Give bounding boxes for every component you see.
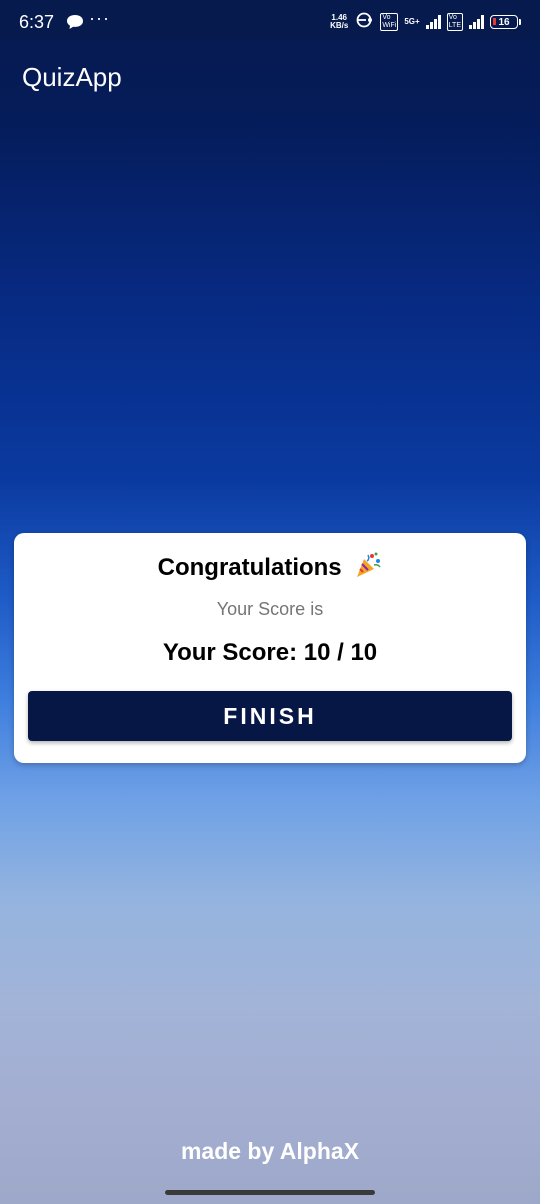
score-text: Your Score: 10 / 10 <box>162 639 378 666</box>
home-indicator[interactable] <box>165 1190 375 1195</box>
sim2-label: Vo LTE <box>446 13 463 31</box>
network-speed: 1.46 KB/s <box>330 14 348 30</box>
app-title: QuizApp <box>22 62 122 92</box>
signal-icon <box>425 15 441 29</box>
status-time: 6:37 <box>19 12 55 32</box>
speed-unit: KB/s <box>330 21 349 30</box>
footer-credit: made by AlphaX <box>180 1138 360 1164</box>
signal-icon-2 <box>469 15 484 29</box>
congratulations-title: Congratulations <box>157 554 342 581</box>
party-popper-icon <box>354 551 382 586</box>
sim1-label: Vo WiFi <box>380 13 399 31</box>
card-title-row: Congratulations <box>14 551 526 586</box>
chat-bubble-icon <box>66 14 84 30</box>
status-bar: 6:37 ··· 1.46 KB/s Vo WiFi 5G+ Vo LTE 16 <box>0 0 540 38</box>
battery-icon: 16 <box>490 15 521 29</box>
network-type: 5G+ <box>404 17 420 26</box>
status-icons: 1.46 KB/s Vo WiFi 5G+ Vo LTE 16 <box>330 12 521 33</box>
battery-level: 16 <box>498 16 510 28</box>
hotspot-icon <box>354 12 374 33</box>
more-dots-icon: ··· <box>89 8 110 28</box>
score-subtitle: Your Score is <box>216 599 324 619</box>
battery-fill <box>493 18 496 25</box>
result-card: Congratulations Your Score is Your Score… <box>14 533 526 763</box>
finish-button[interactable]: FINISH <box>28 691 512 741</box>
